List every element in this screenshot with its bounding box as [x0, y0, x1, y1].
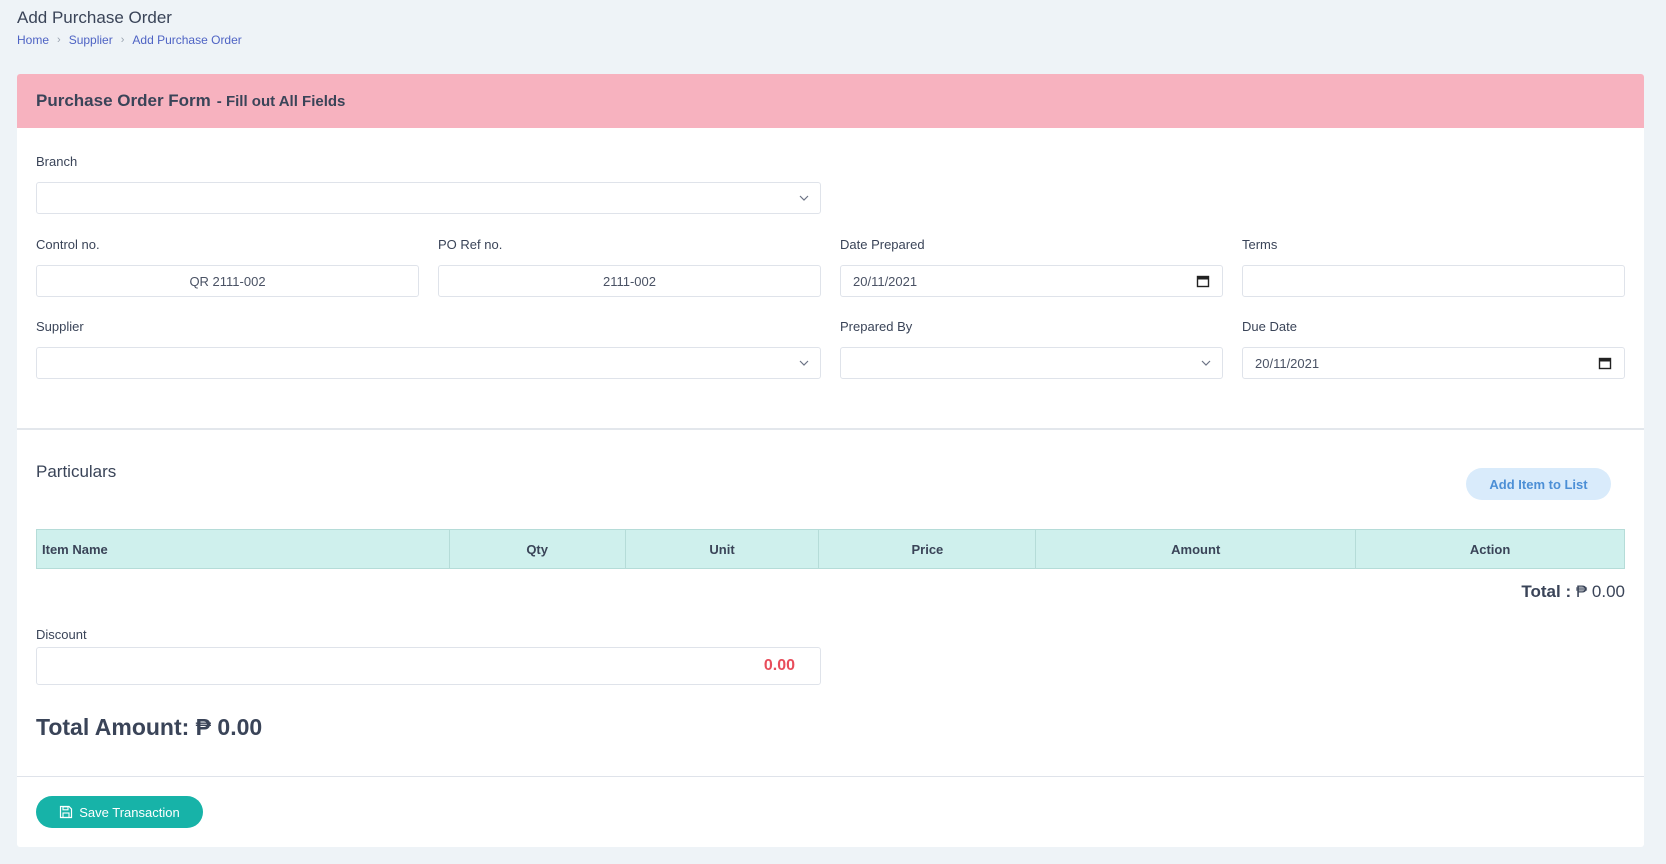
chevron-right-icon: ›	[120, 34, 125, 46]
due-date-field[interactable]: 20/11/2021	[1242, 347, 1625, 379]
supplier-select[interactable]	[36, 347, 821, 379]
po-ref-no-field[interactable]: 2111-002	[438, 265, 821, 297]
column-price: Price	[818, 529, 1037, 569]
particulars-total: Total : ₱ 0.00	[1521, 582, 1625, 602]
breadcrumb: Home › Supplier › Add Purchase Order	[17, 33, 242, 47]
calendar-icon[interactable]	[1598, 356, 1612, 370]
due-date-value: 20/11/2021	[1255, 355, 1320, 371]
breadcrumb-current[interactable]: Add Purchase Order	[132, 33, 241, 47]
date-prepared-label: Date Prepared	[840, 237, 925, 252]
date-prepared-field[interactable]: 20/11/2021	[840, 265, 1223, 297]
control-no-value: QR 2111-002	[189, 273, 266, 289]
section-divider	[17, 428, 1644, 430]
po-ref-no-value: 2111-002	[602, 273, 656, 289]
column-item-name: Item Name	[36, 529, 450, 569]
chevron-down-icon	[1201, 360, 1211, 366]
po-ref-no-label: PO Ref no.	[438, 237, 503, 252]
total-amount: Total Amount: ₱ 0.00	[36, 714, 263, 740]
total-value: ₱ 0.00	[1575, 582, 1625, 601]
form-header: Purchase Order Form - Fill out All Field…	[17, 74, 1644, 128]
breadcrumb-supplier[interactable]: Supplier	[69, 33, 113, 47]
column-unit: Unit	[624, 529, 820, 569]
save-icon	[60, 805, 73, 819]
discount-input[interactable]: 0.00	[36, 647, 821, 685]
form-header-subtitle: - Fill out All Fields	[216, 92, 346, 110]
column-qty: Qty	[448, 529, 626, 569]
items-table: Item Name Qty Unit Price Amount Action	[36, 529, 1625, 569]
purchase-order-card: Purchase Order Form - Fill out All Field…	[17, 74, 1644, 847]
calendar-icon[interactable]	[1196, 274, 1210, 288]
prepared-by-label: Prepared By	[840, 319, 913, 334]
add-item-button[interactable]: Add Item to List	[1466, 468, 1611, 500]
due-date-label: Due Date	[1242, 319, 1297, 334]
branch-select[interactable]	[36, 182, 821, 214]
save-transaction-button[interactable]: Save Transaction	[36, 796, 203, 828]
discount-label: Discount	[36, 627, 87, 642]
chevron-right-icon: ›	[57, 34, 61, 46]
supplier-label: Supplier	[36, 319, 84, 334]
date-prepared-value: 20/11/2021	[853, 273, 918, 289]
chevron-down-icon	[799, 195, 809, 201]
control-no-field[interactable]: QR 2111-002	[36, 265, 419, 297]
breadcrumb-home[interactable]: Home	[17, 33, 49, 47]
prepared-by-select[interactable]	[840, 347, 1223, 379]
total-label: Total :	[1521, 582, 1572, 601]
column-amount: Amount	[1035, 529, 1357, 569]
column-action: Action	[1355, 529, 1625, 569]
discount-value: 0.00	[763, 657, 795, 674]
form-header-title: Purchase Order Form	[36, 91, 211, 110]
branch-label: Branch	[36, 154, 78, 169]
control-no-label: Control no.	[36, 237, 100, 252]
chevron-down-icon	[799, 360, 809, 366]
page-title: Add Purchase Order	[17, 8, 172, 27]
terms-field[interactable]	[1242, 265, 1625, 297]
particulars-title: Particulars	[36, 462, 117, 481]
terms-label: Terms	[1242, 237, 1278, 252]
save-button-label: Save Transaction	[79, 804, 180, 820]
footer-divider	[17, 776, 1644, 777]
scrollbar[interactable]	[1654, 0, 1666, 864]
table-header-row: Item Name Qty Unit Price Amount Action	[36, 529, 1625, 569]
